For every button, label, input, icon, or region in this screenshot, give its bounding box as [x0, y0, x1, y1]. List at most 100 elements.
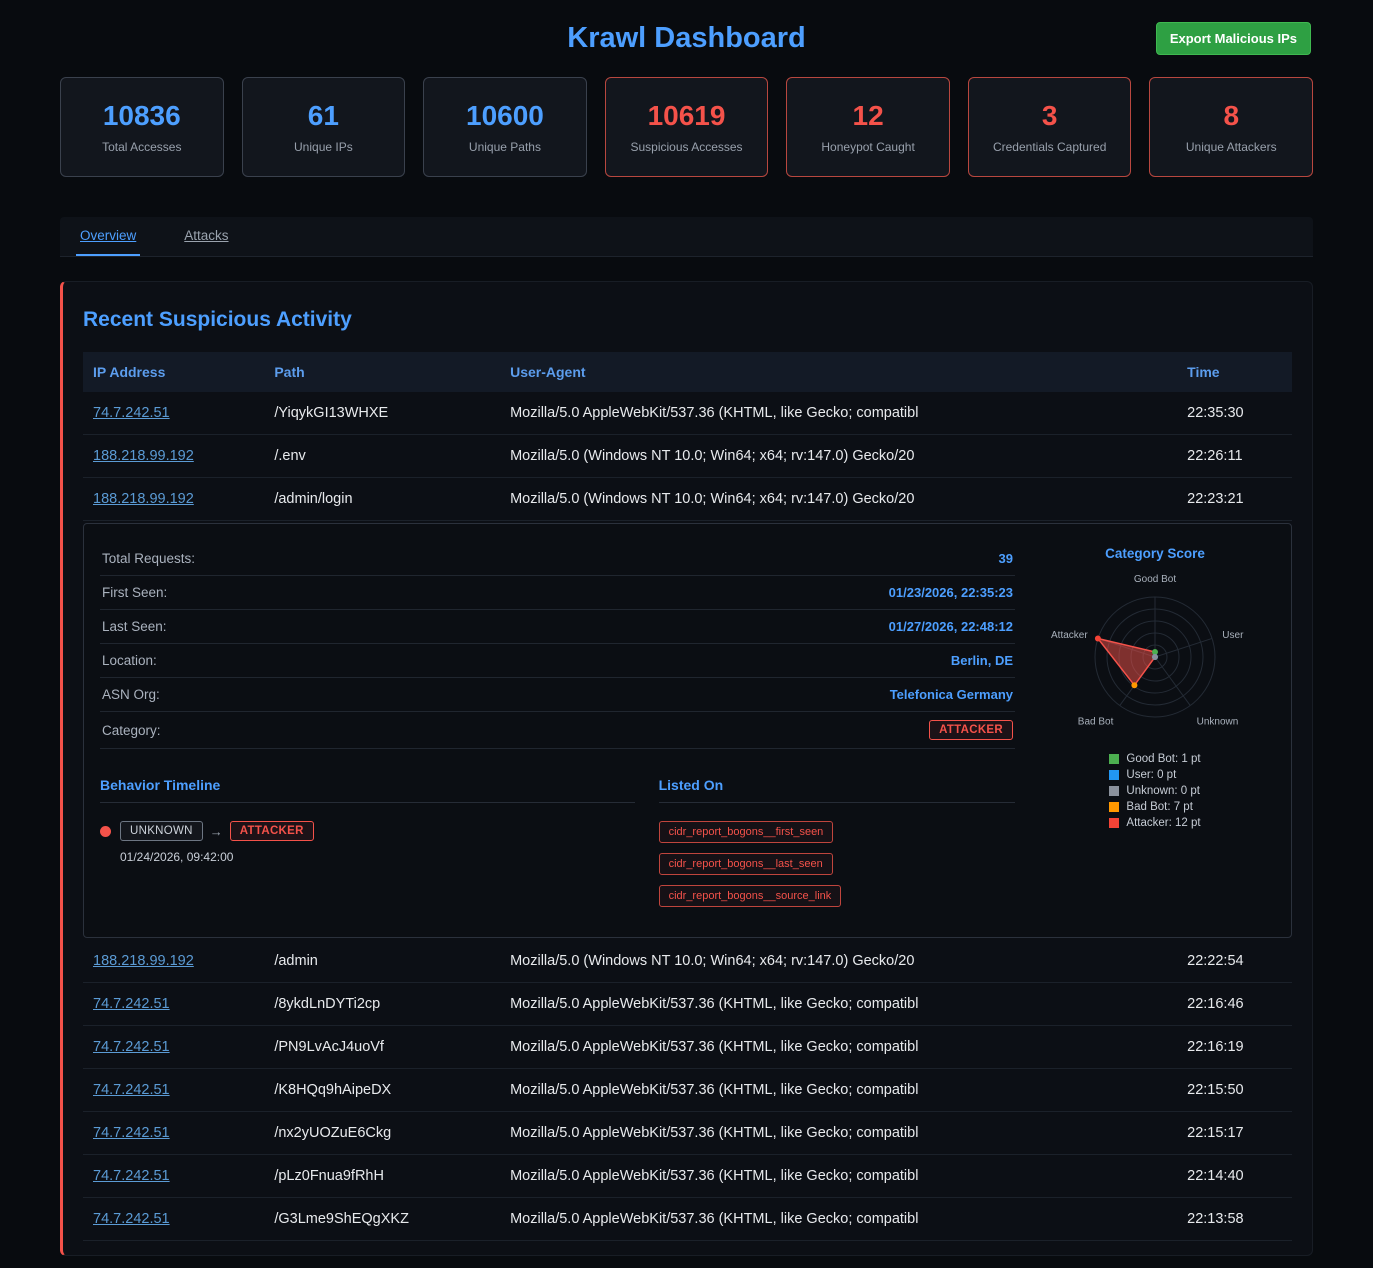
svg-text:Unknown: Unknown — [1197, 716, 1239, 727]
ua-cell: Mozilla/5.0 AppleWebKit/537.36 (KHTML, l… — [500, 1026, 1177, 1069]
ip-link[interactable]: 74.7.242.51 — [93, 1168, 170, 1184]
stat-card-unique-paths: 10600 Unique Paths — [423, 77, 587, 177]
table-row[interactable]: 188.218.99.192 /admin Mozilla/5.0 (Windo… — [83, 940, 1292, 983]
legend-swatch-good-bot — [1109, 754, 1119, 764]
field-label: First Seen: — [102, 585, 167, 600]
stat-label: Total Accesses — [102, 140, 181, 154]
table-row[interactable]: 74.7.242.51 /pLz0Fnua9fRhH Mozilla/5.0 A… — [83, 1155, 1292, 1198]
legend-swatch-attacker — [1109, 818, 1119, 828]
ip-link[interactable]: 74.7.242.51 — [93, 1082, 170, 1098]
path-cell: /pLz0Fnua9fRhH — [264, 1155, 500, 1198]
time-cell: 22:16:46 — [1177, 983, 1292, 1026]
legend-item: Bad Bot: 7 pt — [1109, 801, 1200, 813]
export-malicious-ips-button[interactable]: Export Malicious IPs — [1156, 22, 1311, 55]
detail-field-last-seen: Last Seen: 01/27/2026, 22:48:12 — [100, 610, 1015, 644]
time-cell: 22:15:50 — [1177, 1069, 1292, 1112]
activity-table-continued: 188.218.99.192 /admin Mozilla/5.0 (Windo… — [83, 940, 1292, 1241]
tab-bar: Overview Attacks — [60, 217, 1313, 257]
table-row[interactable]: 188.218.99.192 /admin/login Mozilla/5.0 … — [83, 478, 1292, 521]
path-cell: /G3Lme9ShEQgXKZ — [264, 1198, 500, 1241]
stat-value: 10836 — [103, 100, 181, 132]
radar-legend: Good Bot: 1 pt User: 0 pt Unknown: 0 pt … — [1109, 749, 1200, 833]
ua-cell: Mozilla/5.0 AppleWebKit/537.36 (KHTML, l… — [500, 392, 1177, 435]
legend-swatch-bad-bot — [1109, 802, 1119, 812]
ip-link[interactable]: 74.7.242.51 — [93, 405, 170, 421]
timeline-timestamp: 01/24/2026, 09:42:00 — [120, 850, 635, 864]
table-row[interactable]: 74.7.242.51 /YiqykGI13WHXE Mozilla/5.0 A… — [83, 392, 1292, 435]
stat-value: 12 — [853, 100, 884, 132]
ip-link[interactable]: 74.7.242.51 — [93, 996, 170, 1012]
ua-cell: Mozilla/5.0 AppleWebKit/537.36 (KHTML, l… — [500, 1069, 1177, 1112]
table-row[interactable]: 74.7.242.51 /K8HQq9hAipeDX Mozilla/5.0 A… — [83, 1069, 1292, 1112]
path-cell: /admin — [264, 940, 500, 983]
category-score-chart: Category Score Good BotUserUnknownBad Bo… — [1035, 542, 1275, 907]
listed-on-title: Listed On — [659, 777, 1015, 803]
col-header-time: Time — [1177, 352, 1292, 392]
stat-value: 8 — [1223, 100, 1239, 132]
timeline-marker-icon — [100, 826, 111, 837]
listed-on-chip[interactable]: cidr_report_bogons__last_seen — [659, 853, 833, 875]
svg-text:Bad Bot: Bad Bot — [1078, 716, 1114, 727]
stats-row: 10836 Total Accesses 61 Unique IPs 10600… — [60, 77, 1313, 177]
legend-swatch-unknown — [1109, 786, 1119, 796]
path-cell: /YiqykGI13WHXE — [264, 392, 500, 435]
stat-value: 10600 — [466, 100, 544, 132]
ip-link[interactable]: 74.7.242.51 — [93, 1039, 170, 1055]
time-cell: 22:14:40 — [1177, 1155, 1292, 1198]
stat-label: Suspicious Accesses — [630, 140, 742, 154]
table-row[interactable]: 74.7.242.51 /G3Lme9ShEQgXKZ Mozilla/5.0 … — [83, 1198, 1292, 1241]
svg-text:User: User — [1222, 630, 1244, 641]
listed-on-section: Listed On cidr_report_bogons__first_seen… — [659, 777, 1015, 907]
time-cell: 22:35:30 — [1177, 392, 1292, 435]
stat-value: 3 — [1042, 100, 1058, 132]
ip-link[interactable]: 188.218.99.192 — [93, 448, 194, 464]
activity-table: IP Address Path User-Agent Time 74.7.242… — [83, 352, 1292, 521]
legend-item: Attacker: 12 pt — [1109, 817, 1200, 829]
path-cell: /admin/login — [264, 478, 500, 521]
page-title: Krawl Dashboard — [60, 22, 1313, 55]
path-cell: /K8HQq9hAipeDX — [264, 1069, 500, 1112]
tab-overview[interactable]: Overview — [76, 217, 140, 256]
listed-on-chip[interactable]: cidr_report_bogons__first_seen — [659, 821, 834, 843]
time-cell: 22:13:58 — [1177, 1198, 1292, 1241]
legend-label: Unknown: 0 pt — [1126, 785, 1200, 797]
svg-text:Good Bot: Good Bot — [1134, 574, 1176, 585]
detail-field-total-requests: Total Requests: 39 — [100, 542, 1015, 576]
ip-detail-panel: Total Requests: 39 First Seen: 01/23/202… — [83, 523, 1292, 938]
stat-card-credentials-captured: 3 Credentials Captured — [968, 77, 1132, 177]
detail-field-first-seen: First Seen: 01/23/2026, 22:35:23 — [100, 576, 1015, 610]
stat-card-unique-ips: 61 Unique IPs — [242, 77, 406, 177]
table-row[interactable]: 74.7.242.51 /8ykdLnDYTi2cp Mozilla/5.0 A… — [83, 983, 1292, 1026]
panel-title: Recent Suspicious Activity — [83, 308, 1292, 332]
time-cell: 22:15:17 — [1177, 1112, 1292, 1155]
ip-link[interactable]: 188.218.99.192 — [93, 953, 194, 969]
col-header-ip: IP Address — [83, 352, 264, 392]
stat-label: Credentials Captured — [993, 140, 1106, 154]
detail-field-asn-org: ASN Org: Telefonica Germany — [100, 678, 1015, 712]
field-value: 39 — [999, 551, 1013, 566]
field-label: Category: — [102, 723, 161, 738]
ip-link[interactable]: 188.218.99.192 — [93, 491, 194, 507]
ip-link[interactable]: 74.7.242.51 — [93, 1211, 170, 1227]
path-cell: /8ykdLnDYTi2cp — [264, 983, 500, 1026]
col-header-ua: User-Agent — [500, 352, 1177, 392]
legend-item: Unknown: 0 pt — [1109, 785, 1200, 797]
legend-swatch-user — [1109, 770, 1119, 780]
field-label: Last Seen: — [102, 619, 167, 634]
detail-field-location: Location: Berlin, DE — [100, 644, 1015, 678]
legend-item: User: 0 pt — [1109, 769, 1200, 781]
field-value: 01/27/2026, 22:48:12 — [889, 619, 1013, 634]
table-row[interactable]: 74.7.242.51 /PN9LvAcJ4uoVf Mozilla/5.0 A… — [83, 1026, 1292, 1069]
time-cell: 22:23:21 — [1177, 478, 1292, 521]
ip-link[interactable]: 74.7.242.51 — [93, 1125, 170, 1141]
ua-cell: Mozilla/5.0 AppleWebKit/537.36 (KHTML, l… — [500, 1112, 1177, 1155]
legend-label: Attacker: 12 pt — [1126, 817, 1200, 829]
table-row[interactable]: 188.218.99.192 /.env Mozilla/5.0 (Window… — [83, 435, 1292, 478]
field-value: 01/23/2026, 22:35:23 — [889, 585, 1013, 600]
table-row[interactable]: 74.7.242.51 /nx2yUOZuE6Ckg Mozilla/5.0 A… — [83, 1112, 1292, 1155]
radar-chart-svg: Good BotUserUnknownBad BotAttacker — [1036, 565, 1274, 741]
listed-on-chip[interactable]: cidr_report_bogons__source_link — [659, 885, 842, 907]
stat-label: Unique Paths — [469, 140, 541, 154]
tab-attacks[interactable]: Attacks — [180, 217, 232, 256]
col-header-path: Path — [264, 352, 500, 392]
